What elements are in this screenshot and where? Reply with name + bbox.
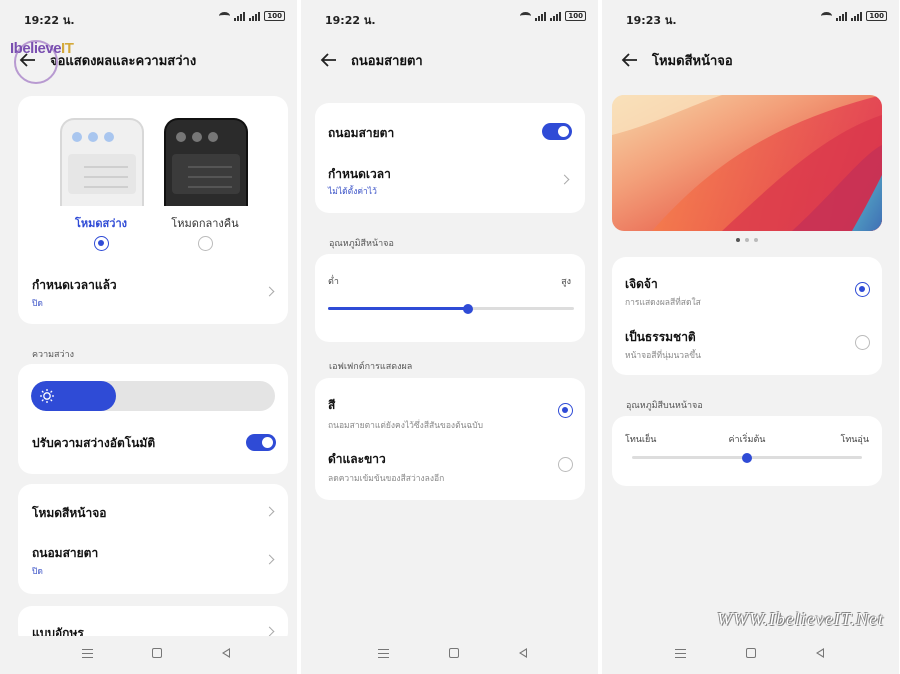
color-option-title: สี xyxy=(328,398,336,412)
high-label: สูง xyxy=(561,277,571,287)
eye-comfort-item[interactable]: ถนอมสายตา xyxy=(32,544,98,563)
eye-comfort-card: ถนอมสายตา กำหนดเวลา ไม่ได้ตั้งค่าไว้ xyxy=(315,103,585,213)
menu-icon[interactable] xyxy=(82,649,93,658)
home-icon[interactable] xyxy=(152,648,162,658)
vivid-option-radio[interactable] xyxy=(855,282,870,297)
color-option-desc: ถนอมสายตาแต่ยังคงไว้ซึ่งสีสันของต้นฉบับ xyxy=(328,421,483,431)
eye-comfort-toggle[interactable] xyxy=(542,123,572,140)
wifi-icon xyxy=(520,12,532,20)
signal-icon xyxy=(836,11,848,21)
natural-option-radio[interactable] xyxy=(855,335,870,350)
chevron-right-icon xyxy=(559,174,570,185)
nav-bar xyxy=(301,636,598,674)
status-bar: 19:22 น. 100 xyxy=(0,10,297,27)
effect-section-label: เอฟเฟกต์การแสดงผล xyxy=(329,362,413,372)
nav-bar xyxy=(602,636,899,674)
status-bar: 19:22 น. 100 xyxy=(301,10,598,27)
screen-temp-card: โทนเย็น ค่าเริ่มต้น โทนอุ่น xyxy=(612,416,882,486)
top-bar: โหมดสีหน้าจอ xyxy=(620,46,889,74)
slider-knob[interactable] xyxy=(742,452,752,463)
chevron-right-icon xyxy=(264,554,275,565)
display-settings-card: โหมดสีหน้าจอ ถนอมสายตา ปิด xyxy=(18,484,288,594)
screen-temp-slider[interactable] xyxy=(632,452,862,463)
back-icon[interactable] xyxy=(222,648,230,658)
status-time: 19:23 น. xyxy=(626,14,677,27)
light-mode-preview[interactable] xyxy=(60,118,144,206)
color-mode-card: เจิดจ้า การแสดงผลสีที่สดใส เป็นธรรมชาติ … xyxy=(612,257,882,375)
status-bar: 19:23 น. 100 xyxy=(602,10,899,27)
auto-brightness-label: ปรับความสว่างอัตโนมัติ xyxy=(32,436,156,450)
eye-comfort-value: ปิด xyxy=(32,567,43,577)
wallpaper-preview-image xyxy=(612,95,882,231)
schedule-title: กำหนดเวลาแล้ว xyxy=(32,278,117,292)
color-temp-slider[interactable] xyxy=(328,303,574,314)
watermark-text: WWW.IbelieveIT.Net xyxy=(717,609,884,629)
theme-mode-card: โหมดสว่าง โหมดกลางคืน กำหนดเวลาแล้ว ปิด xyxy=(18,96,288,324)
slider-knob[interactable] xyxy=(463,303,474,314)
bw-option-title: ดำและขาว xyxy=(328,452,386,466)
back-icon[interactable] xyxy=(519,648,527,658)
color-temp-card: ต่ำ สูง xyxy=(315,254,585,342)
back-arrow-icon[interactable] xyxy=(319,50,341,70)
display-effect-card: สี ถนอมสายตาแต่ยังคงไว้ซึ่งสีสันของต้นฉบ… xyxy=(315,378,585,500)
chevron-right-icon xyxy=(264,626,275,637)
color-option-radio[interactable] xyxy=(558,403,573,418)
signal-icon xyxy=(851,11,863,21)
wifi-icon xyxy=(821,12,833,20)
temp-section-label: อุณหภูมิสีบนหน้าจอ xyxy=(626,401,703,411)
schedule-title[interactable]: กำหนดเวลา xyxy=(328,165,391,184)
light-mode-radio[interactable] xyxy=(94,236,109,251)
dark-mode-label: โหมดกลางคืน xyxy=(171,217,239,230)
brightness-slider[interactable] xyxy=(31,381,275,411)
home-icon[interactable] xyxy=(746,648,756,658)
signal-icon xyxy=(249,11,261,21)
schedule-value: ไม่ได้ตั้งค่าไว้ xyxy=(328,187,377,197)
battery-icon: 100 xyxy=(264,11,285,21)
eye-comfort-toggle-label: ถนอมสายตา xyxy=(328,126,395,140)
battery-icon: 100 xyxy=(866,11,887,21)
page-indicator xyxy=(736,238,758,242)
natural-option-desc: หน้าจอสีที่นุ่มนวลขึ้น xyxy=(625,351,701,361)
page-title: ถนอมสายตา xyxy=(351,53,423,69)
dark-mode-preview[interactable] xyxy=(164,118,248,206)
natural-option-title: เป็นธรรมชาติ xyxy=(625,330,696,344)
top-bar: ถนอมสายตา xyxy=(319,46,588,74)
battery-icon: 100 xyxy=(565,11,586,21)
auto-brightness-toggle[interactable] xyxy=(246,434,276,451)
status-time: 19:22 น. xyxy=(325,14,376,27)
dark-mode-radio[interactable] xyxy=(198,236,213,251)
signal-icon xyxy=(550,11,562,21)
brightness-card: ปรับความสว่างอัตโนมัติ xyxy=(18,364,288,474)
temp-section-label: อุณหภูมิสีหน้าจอ xyxy=(329,239,394,249)
chevron-right-icon xyxy=(264,286,275,297)
back-icon[interactable] xyxy=(816,648,824,658)
brightness-section-label: ความสว่าง xyxy=(32,350,75,360)
bw-option-desc: ลดความเข้มข้นของสีสว่างลงอีก xyxy=(328,474,445,484)
schedule-value: ปิด xyxy=(32,299,43,309)
status-time: 19:22 น. xyxy=(24,14,75,27)
back-arrow-icon[interactable] xyxy=(620,50,642,70)
vivid-option-desc: การแสดงผลสีที่สดใส xyxy=(625,298,701,308)
page-title: โหมดสีหน้าจอ xyxy=(652,53,733,69)
screen-color-mode-screen: 19:23 น. 100 โหมดสีหน้าจอ เจิดจ้า การแสด… xyxy=(602,0,899,674)
menu-icon[interactable] xyxy=(675,649,686,658)
warm-label: โทนอุ่น xyxy=(840,435,869,445)
chevron-right-icon xyxy=(264,506,275,517)
menu-icon[interactable] xyxy=(378,649,389,658)
vivid-option-title: เจิดจ้า xyxy=(625,277,658,291)
display-brightness-screen: 19:22 น. 100 จอแสดงผลและความสว่าง Ibelie… xyxy=(0,0,297,674)
signal-icon xyxy=(234,11,246,21)
nav-bar xyxy=(0,636,297,674)
low-label: ต่ำ xyxy=(328,277,339,287)
wifi-icon xyxy=(219,12,231,20)
ibelieveit-logo: IbelieveIT xyxy=(8,38,88,88)
sun-icon xyxy=(40,389,54,403)
signal-icon xyxy=(535,11,547,21)
screen-color-mode-item[interactable]: โหมดสีหน้าจอ xyxy=(32,504,106,523)
home-icon[interactable] xyxy=(449,648,459,658)
eye-comfort-screen: 19:22 น. 100 ถนอมสายตา ถนอมสายตา กำหนดเว… xyxy=(301,0,598,674)
bw-option-radio[interactable] xyxy=(558,457,573,472)
